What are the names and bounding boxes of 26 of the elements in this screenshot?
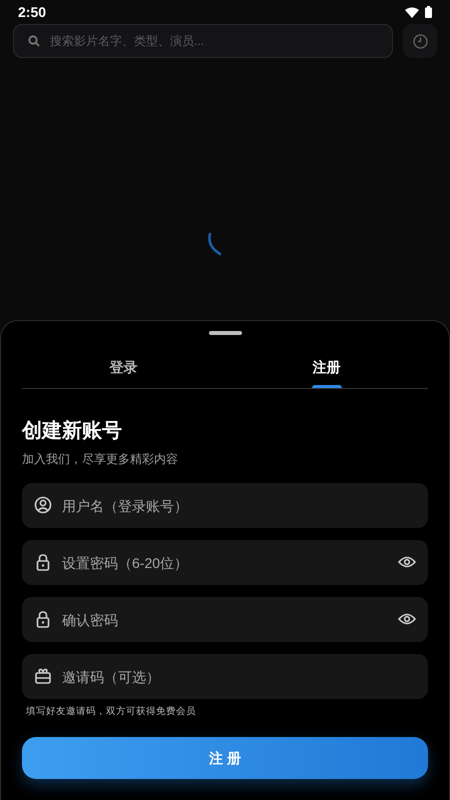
eye-icon[interactable] xyxy=(398,556,416,568)
drag-handle[interactable] xyxy=(208,331,242,335)
invite-hint: 填写好友邀请码，双方可获得免费会员 xyxy=(26,705,197,718)
search-input: 搜索影片名字、类型、演员... xyxy=(50,32,378,50)
sheet-title: 创建新账号 xyxy=(22,418,123,444)
history-button[interactable] xyxy=(403,24,437,58)
input-field[interactable]: 邀请码（可选） xyxy=(22,654,428,699)
tab[interactable]: 登录 xyxy=(22,355,225,388)
input-field[interactable]: 用户名（登录账号） xyxy=(22,483,428,528)
search-field[interactable]: 搜索影片名字、类型、演员... xyxy=(13,24,393,58)
search-icon xyxy=(28,35,40,47)
input-field[interactable]: 设置密码（6-20位） xyxy=(22,540,428,585)
user-icon xyxy=(34,496,52,514)
loading-spinner-icon xyxy=(206,232,222,256)
register-button[interactable]: 注 册 xyxy=(22,737,428,779)
clock-icon xyxy=(412,34,428,48)
gift-card-icon xyxy=(34,667,52,685)
lock-icon xyxy=(34,553,52,571)
status-time: 2:50 xyxy=(18,2,46,22)
eye-icon[interactable] xyxy=(398,613,416,625)
lock-icon xyxy=(34,610,52,628)
sheet-subtitle: 加入我们，尽享更多精彩内容 xyxy=(22,451,179,467)
wifi-icon xyxy=(405,6,419,18)
input-field[interactable]: 确认密码 xyxy=(22,597,428,642)
tab[interactable]: 注册 xyxy=(225,355,428,388)
battery-icon xyxy=(425,6,432,18)
